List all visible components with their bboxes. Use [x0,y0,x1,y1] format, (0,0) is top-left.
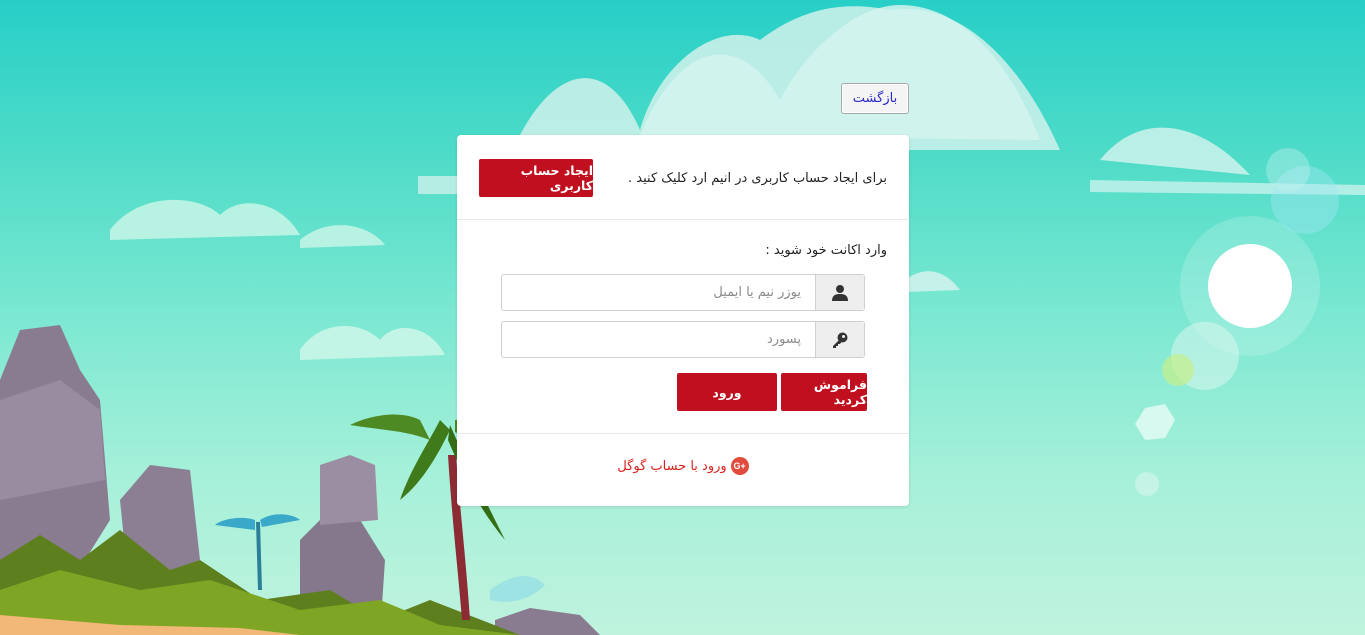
google-plus-icon: G+ [730,457,749,475]
divider [457,433,909,434]
username-input[interactable] [502,274,803,311]
google-login-label: ورود با حساب گوگل [617,458,727,474]
key-icon [833,332,848,348]
user-icon [832,284,848,301]
forgot-password-button[interactable]: فراموش کردید [781,373,867,411]
password-input[interactable] [502,321,803,358]
username-field-wrapper [502,274,815,311]
google-login-link[interactable]: G+ ورود با حساب گوگل [457,457,909,475]
password-addon [815,322,864,357]
create-account-button[interactable]: ایجاد حساب کاربری [479,159,593,197]
login-card: برای ایجاد حساب کاربری در انیم ارد کلیک … [457,135,909,506]
username-input-group [501,274,865,311]
back-button[interactable]: بازگشت [841,83,909,114]
signup-prompt: برای ایجاد حساب کاربری در انیم ارد کلیک … [628,171,887,186]
password-field-wrapper [502,321,815,358]
password-input-group [501,321,865,358]
signup-section: برای ایجاد حساب کاربری در انیم ارد کلیک … [457,135,909,220]
login-title: وارد اکانت خود شوید : [765,243,887,258]
login-button[interactable]: ورود [677,373,777,411]
username-addon [815,275,864,310]
